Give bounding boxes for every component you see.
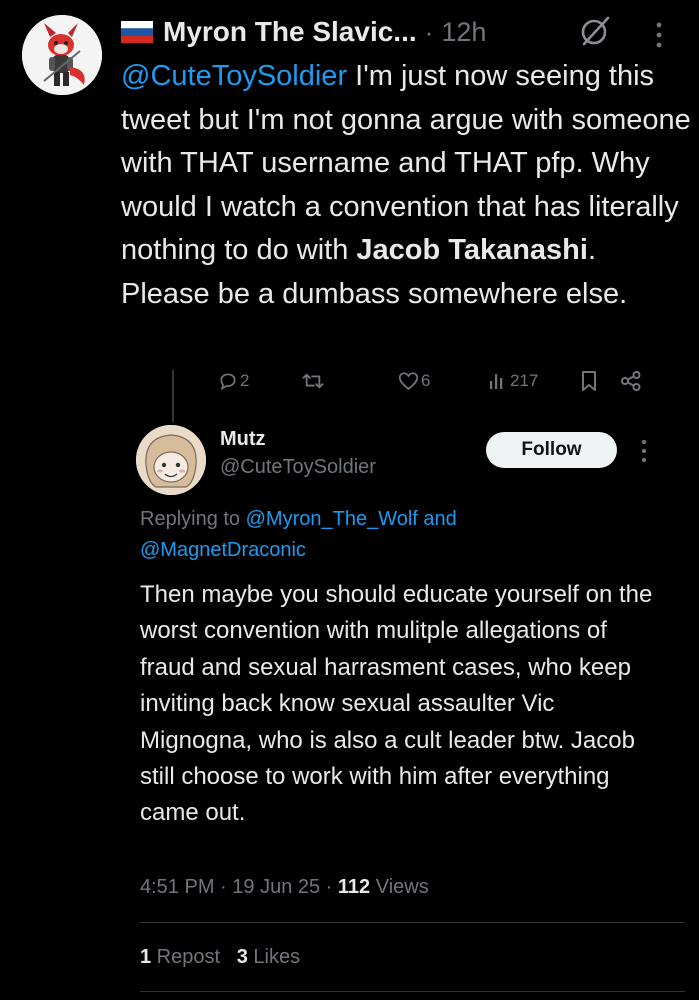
divider xyxy=(140,922,685,923)
like-count: 6 xyxy=(421,371,431,390)
more-vertical-icon[interactable] xyxy=(637,437,651,465)
tweet-bold-text: Jacob Takanashi xyxy=(356,234,588,266)
author-name[interactable]: Myron The Slavic... xyxy=(163,16,417,48)
follow-button[interactable]: Follow xyxy=(486,432,617,468)
quoted-author-name[interactable]: Mutz xyxy=(220,428,266,451)
avatar-fox-image xyxy=(22,15,102,95)
replying-and: and xyxy=(417,508,457,530)
header-separator: · xyxy=(424,16,434,47)
replying-mention-2[interactable]: @MagnetDraconic xyxy=(140,539,306,561)
bookmark-button[interactable] xyxy=(580,364,598,398)
views-button[interactable]: 217 xyxy=(488,364,538,398)
quoted-views-count: 112 xyxy=(337,876,371,898)
quoted-time[interactable]: 4:51 PM xyxy=(140,876,214,898)
author-avatar[interactable] xyxy=(22,15,102,95)
tweet-body: @CuteToySoldier I'm just now seeing this… xyxy=(121,55,691,316)
quoted-tweet-body: Then maybe you should educate yourself o… xyxy=(140,581,653,827)
reply-count: 2 xyxy=(240,371,250,390)
quoted-views-label: Views xyxy=(370,876,429,898)
replying-to: Replying to @Myron_The_Wolf and @MagnetDr… xyxy=(140,504,660,566)
share-button[interactable] xyxy=(620,364,642,398)
views-count: 217 xyxy=(510,371,539,390)
repost-button[interactable] xyxy=(302,364,324,398)
divider xyxy=(140,991,685,992)
replying-mention-1[interactable]: @Myron_The_Wolf xyxy=(246,508,418,530)
likes-link[interactable]: 3 Likes xyxy=(237,946,300,968)
tweet-actions: 2 6 217 xyxy=(210,364,670,398)
quoted-tweet-meta: 4:51 PM · 19 Jun 25 · 112 Views xyxy=(140,876,429,899)
reposts-link[interactable]: 1 Repost xyxy=(140,946,220,968)
heart-icon xyxy=(398,371,419,391)
quoted-tweet-stats: 1 Repost 3 Likes xyxy=(140,946,300,969)
reposts-count: 1 xyxy=(140,946,152,968)
thread-line xyxy=(172,370,174,422)
meta-separator: · xyxy=(320,876,338,898)
quoted-date[interactable]: 19 Jun 25 xyxy=(232,876,320,898)
views-icon xyxy=(488,371,508,391)
more-vertical-icon[interactable] xyxy=(650,18,668,52)
grok-icon[interactable] xyxy=(578,14,612,48)
quoted-author-handle[interactable]: @CuteToySoldier xyxy=(220,456,376,479)
share-icon xyxy=(620,370,642,392)
reply-button[interactable]: 2 xyxy=(218,364,249,398)
like-button[interactable]: 6 xyxy=(398,364,430,398)
repost-icon xyxy=(302,371,324,391)
bookmark-icon xyxy=(580,370,598,392)
likes-count: 3 xyxy=(236,946,248,968)
reply-icon xyxy=(218,371,238,391)
russian-flag-icon xyxy=(121,21,153,43)
reposts-label: Repost xyxy=(151,946,221,968)
quoted-author-avatar[interactable] xyxy=(136,425,206,495)
tweet-time[interactable]: 12h xyxy=(441,17,486,48)
likes-label: Likes xyxy=(247,946,301,968)
tweet-header: Myron The Slavic... · 12h xyxy=(121,12,486,52)
avatar-girl-image xyxy=(136,425,206,495)
meta-separator: · xyxy=(214,876,233,898)
replying-prefix: Replying to xyxy=(140,508,246,530)
mention-link[interactable]: @CuteToySoldier xyxy=(121,60,347,92)
